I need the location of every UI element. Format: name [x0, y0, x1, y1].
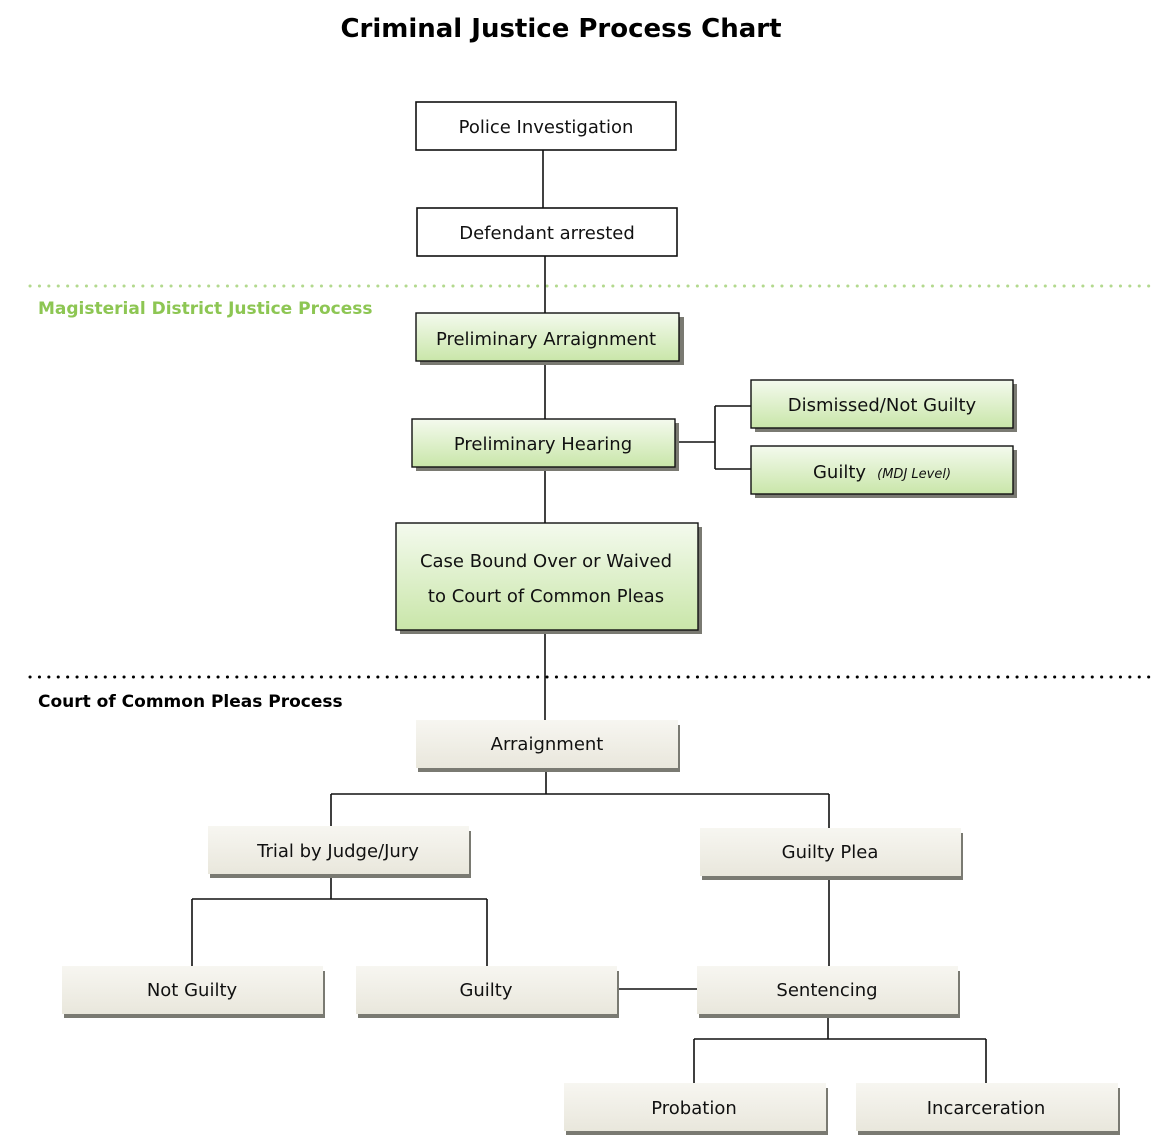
node-not-guilty[interactable]: Not Guilty — [62, 966, 325, 1018]
node-probation[interactable]: Probation — [564, 1083, 828, 1135]
connector-sentencing-split — [693, 1014, 987, 1083]
node-label-line2: to Court of Common Pleas — [428, 586, 664, 607]
node-defendant-arrested[interactable]: Defendant arrested — [416, 207, 678, 257]
node-label: Sentencing — [776, 980, 877, 1001]
node-label: Incarceration — [927, 1098, 1046, 1119]
connector-trial-split — [191, 874, 488, 966]
node-preliminary-arraignment[interactable]: Preliminary Arraignment — [415, 312, 684, 365]
node-police-investigation[interactable]: Police Investigation — [415, 101, 677, 151]
node-guilty-plea[interactable]: Guilty Plea — [700, 828, 963, 880]
node-label: Trial by Judge/Jury — [256, 841, 419, 862]
node-label: Dismissed/Not Guilty — [788, 395, 977, 416]
mdj-section-label: Magisterial District Justice Process — [38, 299, 373, 319]
node-label: Probation — [651, 1098, 737, 1119]
node-label: Preliminary Arraignment — [436, 329, 656, 350]
connector-hearing-outcomes — [675, 405, 751, 470]
node-guilty[interactable]: Guilty — [356, 966, 619, 1018]
guilty-mdj-sublabel: (MDJ Level) — [877, 467, 951, 482]
node-label: Guilty — [459, 980, 512, 1001]
chart-title: Criminal Justice Process Chart — [340, 14, 781, 44]
node-dismissed-not-guilty[interactable]: Dismissed/Not Guilty — [750, 379, 1017, 432]
ccp-section-label: Court of Common Pleas Process — [38, 692, 343, 712]
node-preliminary-hearing[interactable]: Preliminary Hearing — [411, 418, 679, 471]
guilty-mdj-main-label: Guilty — [813, 462, 866, 483]
node-label: Defendant arrested — [459, 223, 635, 244]
node-sentencing[interactable]: Sentencing — [697, 966, 960, 1018]
node-label: Police Investigation — [459, 117, 634, 138]
node-label: Guilty Plea — [782, 842, 879, 863]
node-case-bound-over[interactable]: Case Bound Over or Waived to Court of Co… — [395, 522, 702, 634]
node-guilty-mdj-level[interactable]: Guilty (MDJ Level) — [750, 445, 1017, 498]
node-arraignment[interactable]: Arraignment — [416, 720, 680, 772]
node-trial-by-judge-jury[interactable]: Trial by Judge/Jury — [208, 826, 471, 878]
node-label-line1: Case Bound Over or Waived — [420, 551, 672, 572]
process-chart: Criminal Justice Process Chart Magisteri… — [28, 14, 1154, 1135]
node-incarceration[interactable]: Incarceration — [856, 1083, 1120, 1135]
node-label: Arraignment — [491, 734, 604, 755]
node-label: Not Guilty — [147, 980, 238, 1001]
node-label: Preliminary Hearing — [454, 434, 632, 455]
connector-arraignment-split — [330, 768, 830, 828]
